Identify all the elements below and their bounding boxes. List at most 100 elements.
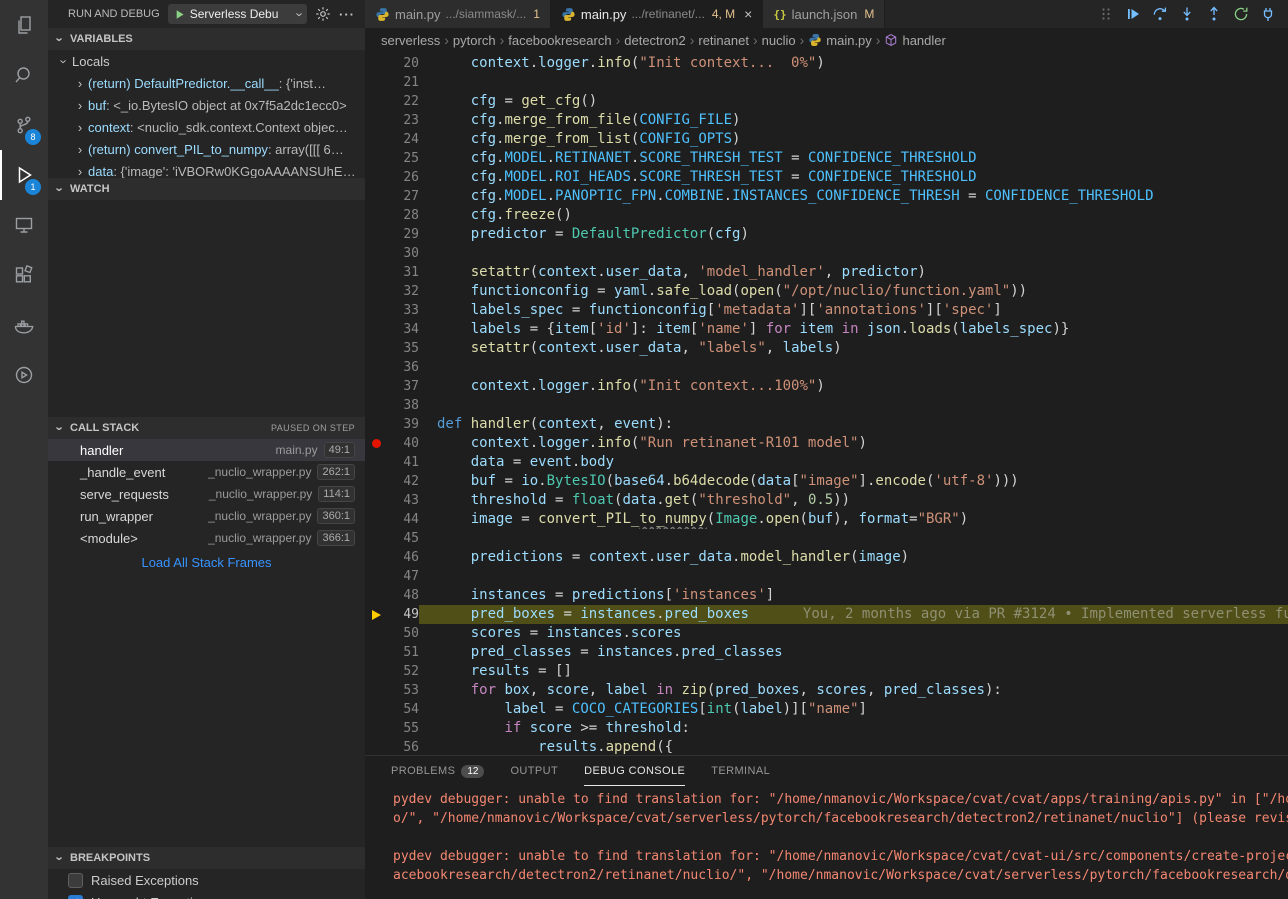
gutter-breakpoint-area[interactable] <box>365 700 387 719</box>
close-icon[interactable]: × <box>744 6 752 22</box>
breadcrumb-item[interactable]: retinanet <box>698 33 749 48</box>
code-line[interactable]: 26 cfg.MODEL.ROI_HEADS.SCORE_THRESH_TEST… <box>365 168 1288 187</box>
gutter-breakpoint-area[interactable] <box>365 282 387 301</box>
code-line[interactable]: 46 predictions = context.user_data.model… <box>365 548 1288 567</box>
code-line[interactable]: 38 <box>365 396 1288 415</box>
code-line[interactable]: 54 label = COCO_CATEGORIES[int(label)]["… <box>365 700 1288 719</box>
code-line[interactable]: 32 functionconfig = yaml.safe_load(open(… <box>365 282 1288 301</box>
code-line[interactable]: 25 cfg.MODEL.RETINANET.SCORE_THRESH_TEST… <box>365 149 1288 168</box>
gutter-breakpoint-area[interactable] <box>365 149 387 168</box>
editor-tab[interactable]: main.py.../siammask/...1 <box>365 0 551 28</box>
activity-item-remote-explorer[interactable] <box>0 200 48 250</box>
gutter-breakpoint-area[interactable] <box>365 510 387 529</box>
gutter-breakpoint-area[interactable] <box>365 187 387 206</box>
disconnect-icon[interactable] <box>1260 6 1276 22</box>
code-line[interactable]: 33 labels_spec = functionconfig['metadat… <box>365 301 1288 320</box>
gutter-breakpoint-area[interactable] <box>365 662 387 681</box>
activity-item-play-circle[interactable] <box>0 350 48 400</box>
code-line[interactable]: 27 cfg.MODEL.PANOPTIC_FPN.COMBINE.INSTAN… <box>365 187 1288 206</box>
code-line[interactable]: 23 cfg.merge_from_file(CONFIG_FILE) <box>365 111 1288 130</box>
panel-tab-terminal[interactable]: TERMINAL <box>711 756 770 786</box>
gutter-breakpoint-area[interactable] <box>365 73 387 92</box>
variables-scope-locals[interactable]: Locals <box>48 50 365 72</box>
gutter-breakpoint-area[interactable] <box>365 491 387 510</box>
gutter-breakpoint-area[interactable] <box>365 92 387 111</box>
gutter-breakpoint-area[interactable] <box>365 738 387 755</box>
code-line[interactable]: 21 <box>365 73 1288 92</box>
gutter-breakpoint-area[interactable] <box>365 244 387 263</box>
activity-item-docker[interactable] <box>0 300 48 350</box>
breadcrumb-item[interactable]: pytorch <box>453 33 496 48</box>
code-line[interactable]: 42 buf = io.BytesIO(base64.b64decode(dat… <box>365 472 1288 491</box>
step-into-icon[interactable] <box>1179 6 1195 22</box>
load-all-stack-frames-link[interactable]: Load All Stack Frames <box>48 549 365 575</box>
gutter-breakpoint-area[interactable] <box>365 434 387 453</box>
editor-tab[interactable]: main.py.../retinanet/...4, M× <box>551 0 763 28</box>
breakpoint-item[interactable]: Uncaught Exceptions <box>48 891 365 899</box>
gutter-breakpoint-area[interactable] <box>365 453 387 472</box>
gutter-breakpoint-area[interactable] <box>365 377 387 396</box>
gutter-breakpoint-area[interactable] <box>365 719 387 738</box>
breakpoint-icon[interactable] <box>372 439 381 448</box>
debug-config-picker[interactable]: Serverless Debu <box>168 4 307 24</box>
activity-item-extensions[interactable] <box>0 250 48 300</box>
panel-tab-output[interactable]: OUTPUT <box>510 756 558 786</box>
code-line[interactable]: 30 <box>365 244 1288 263</box>
restart-icon[interactable] <box>1233 6 1249 22</box>
code-line[interactable]: 37 context.logger.info("Init context...1… <box>365 377 1288 396</box>
stack-frame[interactable]: _handle_event_nuclio_wrapper.py262:1 <box>48 461 365 483</box>
breakpoint-item[interactable]: Raised Exceptions <box>48 869 365 891</box>
code-line[interactable]: 41 data = event.body <box>365 453 1288 472</box>
gutter-breakpoint-area[interactable] <box>365 54 387 73</box>
activity-item-source-control[interactable]: 8 <box>0 100 48 150</box>
activity-item-run-and-debug[interactable]: 1 <box>0 150 48 200</box>
gutter-breakpoint-area[interactable] <box>365 472 387 491</box>
more-actions-icon[interactable]: ··· <box>339 7 355 22</box>
variable-item[interactable]: context: <nuclio_sdk.context.Context obj… <box>48 116 365 138</box>
code-editor[interactable]: 20 context.logger.info("Init context... … <box>365 52 1288 755</box>
call-stack-section-header[interactable]: CALL STACK PAUSED ON STEP <box>48 417 365 439</box>
gutter-breakpoint-area[interactable] <box>365 681 387 700</box>
breadcrumb-item[interactable]: handler <box>884 33 945 48</box>
variable-item[interactable]: (return) DefaultPredictor.__call__: {'in… <box>48 72 365 94</box>
breadcrumb-item[interactable]: serverless <box>381 33 440 48</box>
code-line[interactable]: 52 results = [] <box>365 662 1288 681</box>
code-line[interactable]: 47 <box>365 567 1288 586</box>
breadcrumb-item[interactable]: nuclio <box>762 33 796 48</box>
start-debug-icon[interactable] <box>173 8 186 21</box>
gutter-breakpoint-area[interactable] <box>365 567 387 586</box>
code-line[interactable]: 24 cfg.merge_from_list(CONFIG_OPTS) <box>365 130 1288 149</box>
panel-tab-debug-console[interactable]: DEBUG CONSOLE <box>584 756 685 786</box>
breakpoints-section-header[interactable]: BREAKPOINTS <box>48 847 365 869</box>
breadcrumb-item[interactable]: main.py <box>808 33 872 48</box>
gutter-breakpoint-area[interactable] <box>365 301 387 320</box>
code-line[interactable]: 22 cfg = get_cfg() <box>365 92 1288 111</box>
gear-icon[interactable] <box>315 6 331 22</box>
watch-section-header[interactable]: WATCH <box>48 178 365 200</box>
gutter-breakpoint-area[interactable] <box>365 263 387 282</box>
editor-tab[interactable]: {}launch.jsonM <box>763 0 885 28</box>
variable-item[interactable]: data: {'image': 'iVBORw0KGgoAAAANSUhE… <box>48 160 365 178</box>
gutter-breakpoint-area[interactable] <box>365 168 387 187</box>
breadcrumb-item[interactable]: detectron2 <box>624 33 685 48</box>
variable-item[interactable]: buf: <_io.BytesIO object at 0x7f5a2dc1ec… <box>48 94 365 116</box>
code-line[interactable]: 20 context.logger.info("Init context... … <box>365 54 1288 73</box>
stack-frame[interactable]: <module>_nuclio_wrapper.py366:1 <box>48 527 365 549</box>
code-line[interactable]: 34 labels = {item['id']: item['name'] fo… <box>365 320 1288 339</box>
code-line[interactable]: 49 pred_boxes = instances.pred_boxesYou,… <box>365 605 1288 624</box>
step-out-icon[interactable] <box>1206 6 1222 22</box>
breadcrumb-item[interactable]: facebookresearch <box>508 33 611 48</box>
continue-icon[interactable] <box>1125 6 1141 22</box>
gutter-breakpoint-area[interactable] <box>365 643 387 662</box>
code-line[interactable]: 50 scores = instances.scores <box>365 624 1288 643</box>
gutter-breakpoint-area[interactable] <box>365 339 387 358</box>
code-line[interactable]: 29 predictor = DefaultPredictor(cfg) <box>365 225 1288 244</box>
step-over-icon[interactable] <box>1152 6 1168 22</box>
gutter-breakpoint-area[interactable] <box>365 225 387 244</box>
code-line[interactable]: 56 results.append({ <box>365 738 1288 755</box>
code-line[interactable]: 44 image = convert_PIL_to_numpy(Image.op… <box>365 510 1288 529</box>
gutter-breakpoint-area[interactable] <box>365 586 387 605</box>
gutter-breakpoint-area[interactable] <box>365 605 387 624</box>
activity-item-explorer[interactable] <box>0 0 48 50</box>
gutter-breakpoint-area[interactable] <box>365 111 387 130</box>
